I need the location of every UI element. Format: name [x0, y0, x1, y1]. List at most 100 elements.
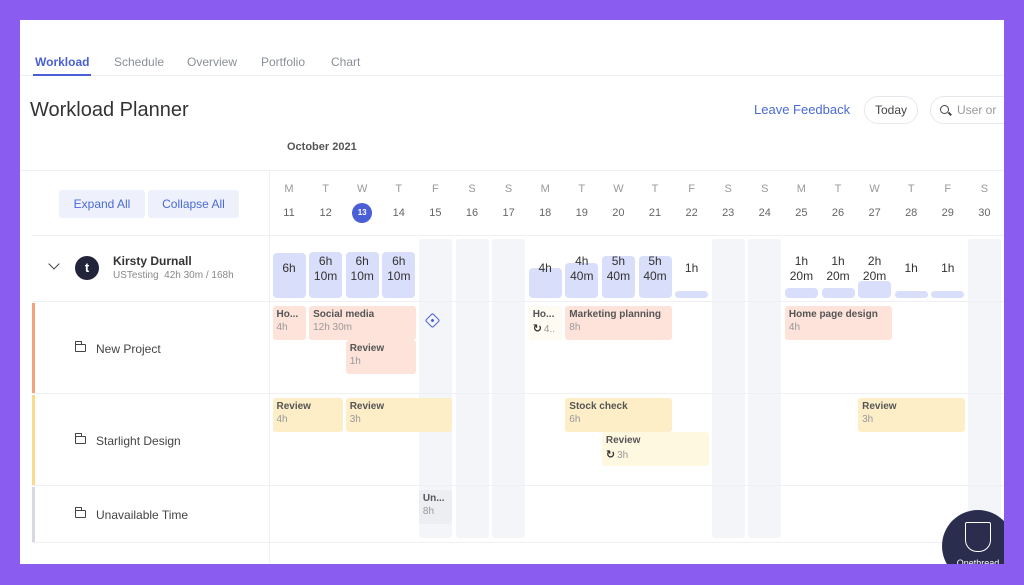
- header-divider: [20, 170, 1004, 171]
- column-divider: [269, 170, 270, 564]
- person-team: USTesting: [113, 270, 159, 281]
- task-hours-row: 4h: [789, 322, 888, 333]
- recurring-icon: ↻: [605, 449, 616, 461]
- project-name[interactable]: Unavailable Time: [96, 508, 188, 522]
- tab-portfolio[interactable]: Portfolio: [261, 55, 305, 69]
- day-of-week: F: [432, 183, 439, 195]
- day-number: 28: [905, 207, 918, 219]
- day-number: 23: [722, 207, 735, 219]
- task-name: Review: [605, 435, 641, 446]
- task-block[interactable]: Social media 12h 30m: [309, 306, 416, 340]
- load-label: 1h 20m: [826, 254, 850, 283]
- day-of-week: S: [980, 183, 989, 195]
- task-hours-row: 8h: [423, 506, 449, 517]
- task-block[interactable]: Review ↻ 3h: [601, 432, 709, 466]
- project-color-bar: [32, 395, 35, 485]
- day-number: 12: [319, 207, 332, 219]
- task-hours-row: 4h: [277, 414, 339, 425]
- day-column-header: S 23: [710, 183, 746, 223]
- workload-app: Workload Schedule Overview Portfolio Cha…: [20, 20, 1004, 564]
- day-column-header: T 14: [381, 183, 417, 223]
- task-block[interactable]: Un... 8h: [418, 490, 453, 524]
- project-name[interactable]: New Project: [96, 342, 161, 356]
- task-block[interactable]: Ho... 4h: [272, 306, 307, 340]
- recurring-icon: ↻: [532, 323, 542, 335]
- tab-overview[interactable]: Overview: [187, 55, 237, 69]
- person-summary: USTesting 42h 30m / 168h: [113, 270, 234, 281]
- day-of-week: T: [907, 183, 915, 195]
- task-hours-row: ↻ 4..: [533, 322, 559, 335]
- tab-chart[interactable]: Chart: [331, 55, 360, 69]
- load-bar[interactable]: [931, 290, 965, 298]
- day-column-header: S 17: [491, 183, 527, 223]
- folder-icon: [74, 507, 86, 518]
- load-bar[interactable]: [675, 290, 709, 298]
- leave-feedback-link[interactable]: Leave Feedback: [754, 102, 850, 117]
- tab-workload[interactable]: Workload: [32, 55, 92, 76]
- day-number: 21: [648, 207, 662, 219]
- task-hours-row: ↻ 3h: [606, 448, 705, 461]
- task-hours-row: 3h: [350, 414, 449, 425]
- today-button[interactable]: Today: [864, 96, 918, 124]
- collapse-all-button[interactable]: Collapse All: [148, 190, 239, 218]
- project-name[interactable]: Starlight Design: [96, 434, 181, 448]
- load-label: 2h 20m: [862, 254, 887, 283]
- tab-schedule[interactable]: Schedule: [114, 55, 164, 69]
- day-of-week: W: [356, 183, 368, 195]
- search-placeholder: User or: [957, 103, 997, 117]
- day-column-header: F 22: [674, 183, 710, 223]
- weekend-column: [967, 239, 1001, 538]
- month-label: October 2021: [287, 141, 357, 153]
- weekend-column: [492, 239, 526, 538]
- task-name: Marketing planning: [569, 309, 661, 320]
- task-block[interactable]: Review 1h: [345, 340, 416, 374]
- day-number: 29: [941, 207, 954, 219]
- day-number: 18: [539, 207, 552, 219]
- task-name: Ho...: [532, 309, 555, 320]
- expand-all-button[interactable]: Expand All: [59, 190, 145, 218]
- task-block[interactable]: Marketing planning 8h: [565, 306, 673, 340]
- row-divider: [32, 393, 1004, 394]
- task-hours: 3h: [617, 450, 629, 461]
- task-hours-row: 3h: [862, 414, 961, 425]
- row-divider: [32, 301, 1004, 302]
- user-search-input[interactable]: User or: [930, 96, 1004, 124]
- day-number: 16: [465, 207, 479, 219]
- task-hours: 8h: [569, 322, 581, 333]
- task-block[interactable]: Review 3h: [858, 398, 965, 432]
- search-icon: [940, 105, 949, 114]
- task-block[interactable]: Review 4h: [272, 398, 343, 432]
- load-bar[interactable]: [821, 288, 855, 298]
- task-hours: 4h: [276, 414, 288, 425]
- task-block[interactable]: Stock check 6h: [565, 398, 673, 432]
- task-name: Stock check: [569, 401, 628, 412]
- day-number: 15: [429, 207, 442, 219]
- task-hours: 6h: [569, 414, 581, 425]
- avatar: t: [75, 256, 99, 280]
- load-label: 1h: [941, 261, 955, 275]
- load-label: 6h 10m: [350, 254, 374, 283]
- load-bar[interactable]: [894, 290, 928, 298]
- load-label: 5h 40m: [606, 254, 631, 283]
- task-name: Review: [349, 343, 385, 354]
- day-number: 24: [758, 207, 771, 219]
- chevron-down-icon[interactable]: [48, 258, 60, 270]
- weekend-column: [455, 239, 489, 538]
- load-bar[interactable]: [784, 288, 818, 298]
- day-of-week: W: [869, 183, 880, 195]
- row-divider: [32, 485, 1004, 486]
- task-block[interactable]: Home page design 4h: [784, 306, 892, 340]
- day-column-header: S 24: [747, 183, 783, 223]
- day-column-header: T 21: [637, 183, 673, 223]
- task-name: Un...: [422, 493, 445, 504]
- task-block[interactable]: Review 3h: [345, 398, 453, 432]
- today-date-badge: 13: [352, 203, 373, 223]
- day-of-week: S: [468, 183, 476, 195]
- task-hours-row: 6h: [569, 414, 668, 425]
- row-divider: [32, 235, 1004, 236]
- task-block[interactable]: Ho... ↻ 4..: [528, 306, 563, 340]
- day-of-week: T: [395, 183, 403, 195]
- day-column-header: F 15: [417, 183, 453, 223]
- day-of-week: S: [761, 183, 769, 195]
- folder-icon: [74, 433, 86, 444]
